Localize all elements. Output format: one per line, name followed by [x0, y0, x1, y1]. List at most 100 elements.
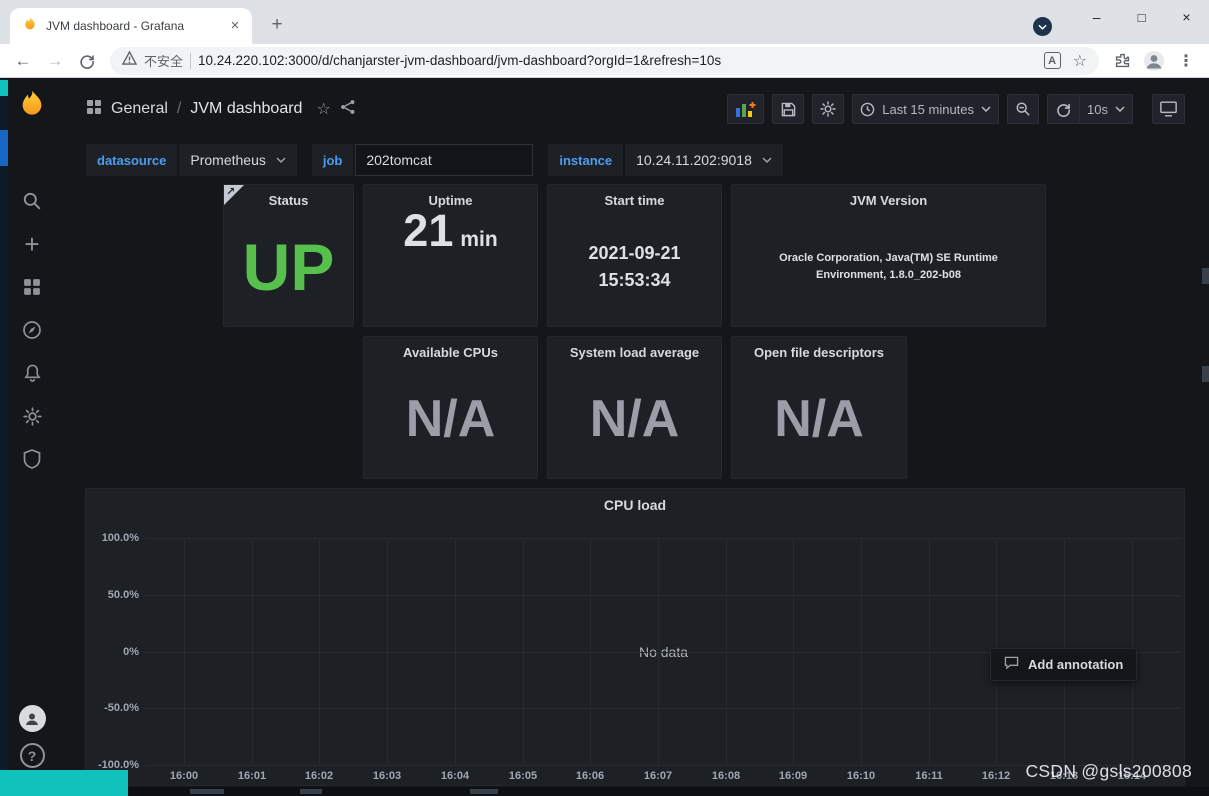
forward-button[interactable]: →	[42, 48, 68, 74]
browser-tab[interactable]: JVM dashboard - Grafana ×	[10, 8, 252, 44]
x-axis-tick: 16:00	[169, 770, 199, 782]
dashboard-settings-button[interactable]	[812, 94, 845, 124]
y-axis-tick: 0%	[123, 646, 139, 658]
gridline-horizontal	[146, 595, 1181, 596]
grafana-app: + ? General / JVM dashboard ☆ Last 15 mi…	[0, 78, 1209, 796]
configuration-gear-icon[interactable]	[15, 399, 49, 433]
refresh-button[interactable]	[1047, 94, 1080, 124]
datasource-select[interactable]: Prometheus	[179, 144, 297, 176]
time-range-picker[interactable]: Last 15 minutes	[852, 94, 1000, 124]
var-label-job: job	[311, 144, 354, 176]
reload-button[interactable]	[74, 48, 100, 74]
csdn-watermark: CSDN @gsls200808	[1025, 761, 1192, 781]
gridline-vertical	[793, 538, 794, 765]
explore-compass-icon[interactable]	[15, 313, 49, 347]
tab-title: JVM dashboard - Grafana	[46, 19, 185, 33]
minimize-button[interactable]: –	[1074, 0, 1119, 34]
grafana-sidebar: + ?	[0, 78, 64, 796]
gridline-horizontal	[146, 538, 1181, 539]
var-label-instance: instance	[548, 144, 624, 176]
x-axis-tick: 16:07	[643, 770, 673, 782]
extensions-puzzle-icon[interactable]	[1109, 48, 1135, 74]
kiosk-mode-button[interactable]	[1152, 94, 1185, 124]
panel-links-icon[interactable]: ↗	[224, 185, 244, 205]
share-icon[interactable]	[340, 99, 356, 120]
maximize-button[interactable]: □	[1119, 0, 1164, 34]
status-value: UP	[242, 230, 335, 304]
panel-title[interactable]: JVM Version	[732, 185, 1045, 208]
background-window-fragment	[470, 789, 498, 794]
alerting-bell-icon[interactable]	[15, 356, 49, 390]
bookmark-star-icon[interactable]: ☆	[1073, 51, 1087, 71]
refresh-interval-label: 10s	[1087, 101, 1108, 117]
panel-cpu-load: CPU load No data 100.0% 50.0% 0% -50.0% -100…	[85, 488, 1185, 786]
x-axis-tick: 16:12	[981, 770, 1011, 782]
instance-select[interactable]: 10.24.11.202:9018	[625, 144, 783, 176]
panel-status: ↗ Status UP	[223, 184, 354, 327]
gridline-vertical	[387, 538, 388, 765]
panel-title[interactable]: CPU load	[86, 489, 1184, 513]
url-text[interactable]: 10.24.220.102:3000/d/chanjarster-jvm-das…	[198, 53, 1037, 68]
panel-available-cpus: Available CPUs N/A	[363, 336, 538, 479]
x-axis-tick: 16:02	[304, 770, 334, 782]
x-axis-tick: 16:03	[372, 770, 402, 782]
panel-uptime: Uptime 21 min	[363, 184, 538, 327]
x-axis-tick: 16:09	[778, 770, 808, 782]
window-controls: – □ ×	[1074, 0, 1209, 34]
tab-close-icon[interactable]: ×	[226, 17, 244, 35]
zoom-out-button[interactable]	[1007, 94, 1040, 124]
dashboards-icon[interactable]	[15, 270, 49, 304]
save-dashboard-button[interactable]	[772, 94, 805, 124]
background-window-fragment	[1202, 268, 1209, 284]
address-bar[interactable]: 不安全 10.24.220.102:3000/d/chanjarster-jvm…	[110, 46, 1099, 75]
panel-title[interactable]: Start time	[548, 185, 721, 208]
gridline-vertical	[929, 538, 930, 765]
admin-shield-icon[interactable]	[15, 442, 49, 476]
close-window-button[interactable]: ×	[1164, 0, 1209, 34]
profile-avatar[interactable]	[1141, 48, 1167, 74]
add-panel-button[interactable]	[727, 94, 765, 124]
translate-icon[interactable]: A	[1043, 52, 1061, 69]
panel-title[interactable]: Available CPUs	[364, 337, 537, 360]
background-window-fragment	[0, 787, 1209, 796]
tab-search-button[interactable]	[1033, 17, 1052, 36]
var-label-datasource: datasource	[86, 144, 178, 176]
add-annotation-label: Add annotation	[1028, 657, 1124, 672]
open-fd-value: N/A	[774, 390, 864, 448]
gridline-vertical	[319, 538, 320, 765]
x-axis-tick: 16:06	[575, 770, 605, 782]
breadcrumb-folder[interactable]: General	[111, 100, 168, 118]
background-window-fragment	[0, 770, 128, 796]
x-axis-tick: 16:08	[711, 770, 741, 782]
jvm-version-value: Oracle Corporation, Java(TM) SE Runtime …	[779, 251, 998, 281]
gridline-vertical	[726, 538, 727, 765]
dashboard-variables: datasource Prometheus job instance 10.24	[86, 144, 783, 176]
browser-tabstrip: JVM dashboard - Grafana × + – □ ×	[0, 0, 1209, 44]
add-annotation-menu[interactable]: Add annotation	[990, 648, 1138, 681]
grafana-favicon	[22, 16, 38, 37]
uptime-unit: min	[460, 228, 498, 251]
breadcrumb: General / JVM dashboard ☆	[86, 99, 356, 120]
uptime-value: 21	[403, 205, 454, 256]
back-button[interactable]: ←	[10, 48, 36, 74]
gridline-vertical	[590, 538, 591, 765]
search-icon[interactable]	[15, 184, 49, 218]
browser-menu-icon[interactable]: ⋮	[1173, 48, 1199, 74]
help-icon[interactable]: ?	[19, 743, 45, 768]
create-plus-icon[interactable]: +	[15, 227, 49, 261]
grafana-logo[interactable]	[16, 88, 48, 125]
background-window-fragment	[0, 78, 8, 796]
favorite-star-icon[interactable]: ☆	[316, 99, 330, 119]
not-secure-warning-icon[interactable]	[121, 50, 138, 70]
job-input[interactable]	[355, 144, 534, 176]
y-axis-tick: 100.0%	[101, 532, 139, 544]
panel-title[interactable]: Open file descriptors	[732, 337, 906, 360]
instance-value: 10.24.11.202:9018	[636, 152, 752, 168]
breadcrumb-separator: /	[176, 100, 182, 117]
new-tab-button[interactable]: +	[264, 13, 290, 39]
refresh-interval-dropdown[interactable]: 10s	[1079, 94, 1133, 124]
browser-toolbar: ← → 不安全 10.24.220.102:3000/d/chanjarster…	[0, 44, 1209, 78]
dashboard-title[interactable]: JVM dashboard	[190, 100, 302, 118]
panel-title[interactable]: System load average	[548, 337, 721, 360]
user-avatar[interactable]	[18, 705, 46, 732]
